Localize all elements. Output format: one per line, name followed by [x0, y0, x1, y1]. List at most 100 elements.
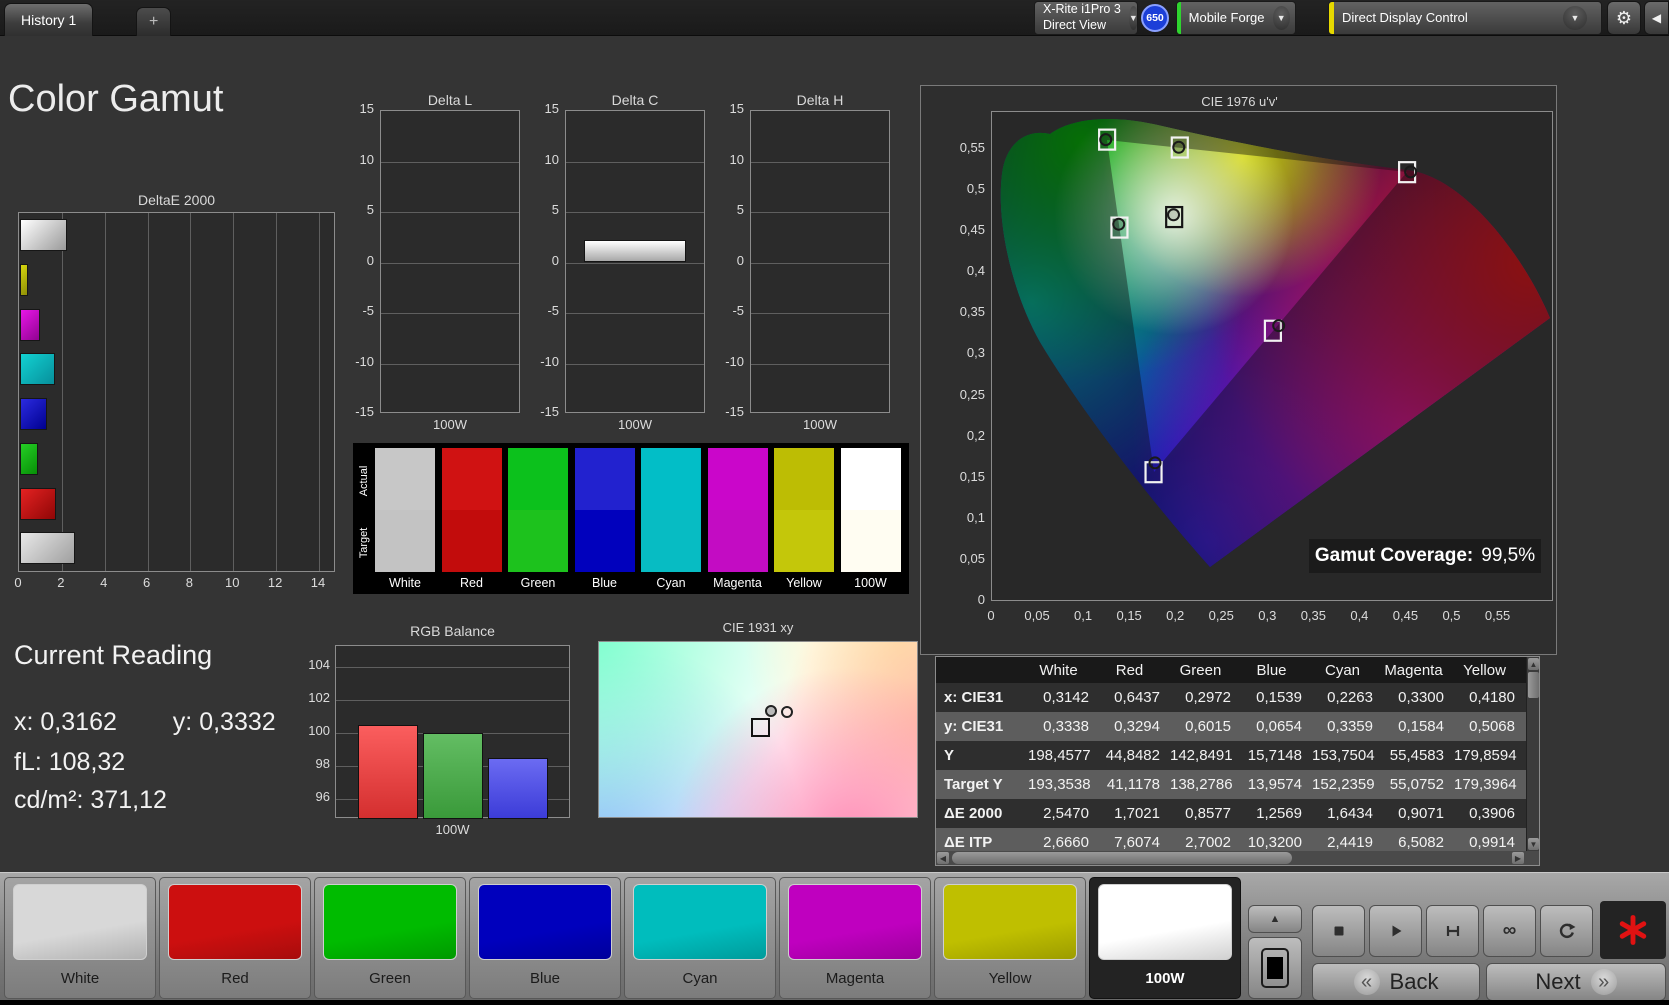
swatch-label: Green: [520, 576, 556, 590]
meter-count-badge[interactable]: 650: [1141, 4, 1169, 32]
cie1976-y-tick: 0,45: [959, 222, 985, 238]
y-tick-label: 15: [729, 101, 744, 116]
table-header-green: Green: [1179, 661, 1222, 679]
swatch-actual-yellow: [774, 448, 834, 510]
swatch-target-green: [508, 510, 568, 572]
rgb-balance-chart: [335, 645, 570, 819]
next-label: Next: [1535, 969, 1581, 994]
patch-button-white[interactable]: White: [4, 877, 156, 999]
next-chevron-icon: »: [1590, 969, 1617, 995]
x-tick-label: 0: [14, 575, 22, 590]
collapse-panel-button[interactable]: ◀: [1644, 1, 1669, 35]
swatch-target-cyan: [641, 510, 701, 572]
patch-button-cyan[interactable]: Cyan: [624, 877, 776, 999]
patch-size-up-button[interactable]: ▲: [1248, 905, 1302, 933]
table-row-y-cie31: y: CIE31 0,3338 0,3294 0,6015 0,0654 0,3359 0,…: [936, 712, 1539, 741]
new-tab-button[interactable]: +: [136, 7, 172, 36]
results-table: White Red Green Blue Cyan Magenta Yellow x: CIE…: [935, 656, 1540, 866]
vertical-scroll-thumb[interactable]: [1528, 672, 1539, 698]
cie1976-x-tick: 0,45: [1392, 608, 1419, 623]
table-header-white: White: [1039, 661, 1078, 679]
delta-x-label: 100W: [618, 417, 652, 432]
plus-icon: +: [149, 13, 159, 30]
patch-swatch: [1098, 884, 1232, 960]
cie1931-actual-marker-2: [781, 706, 793, 718]
rgb-y-tick: 102: [308, 690, 330, 706]
delta-chart-delta-h: [750, 110, 890, 413]
table-cell: 55,4583: [1389, 747, 1444, 764]
y-tick-label: -10: [540, 353, 559, 369]
row-label: Y: [944, 747, 955, 764]
table-cell: 1,2569: [1256, 805, 1302, 822]
tab-history-1[interactable]: History 1: [4, 3, 94, 36]
horizontal-scrollbar[interactable]: ◀ ▶: [936, 851, 1539, 865]
source-dropdown[interactable]: Mobile Forge ▼: [1176, 1, 1296, 35]
patch-button-100w[interactable]: 100W: [1089, 877, 1241, 999]
play-button[interactable]: [1369, 905, 1422, 957]
back-chevron-icon: «: [1353, 969, 1380, 995]
table-header-magenta: Magenta: [1384, 661, 1443, 679]
patch-label: Red: [221, 970, 249, 987]
infinity-button[interactable]: ∞: [1483, 905, 1536, 957]
table-cell: 44,8482: [1105, 747, 1160, 764]
patch-button-green[interactable]: Green: [314, 877, 466, 999]
table-cell: 0,6437: [1114, 689, 1160, 706]
table-cell: 0,9071: [1398, 805, 1444, 822]
swatch-actual-cyan: [641, 448, 701, 510]
gridline: [751, 161, 889, 163]
x-tick-label: 10: [225, 575, 240, 590]
loop-button[interactable]: [1540, 905, 1593, 957]
patch-button-yellow[interactable]: Yellow: [934, 877, 1086, 999]
chevron-down-icon: ▼: [1128, 6, 1137, 30]
bottom-bar: White Red Green Blue Cyan Magenta Yellow 100W ▲ ∞…: [0, 872, 1669, 1001]
scroll-up-button[interactable]: ▲: [1528, 658, 1539, 670]
deltae-bar-green: [20, 442, 39, 475]
cie1976-y-tick: 0,1: [966, 509, 985, 525]
meter-dropdown-label: X-Rite i1Pro 3 Direct View: [1043, 2, 1121, 32]
actual-marker-white: [1167, 208, 1181, 222]
gridline: [751, 212, 889, 213]
deltae-bar-100w: [20, 219, 68, 251]
delta-x-label: 100W: [803, 417, 837, 432]
delta-chart-title: Delta C: [611, 92, 659, 108]
meter-dropdown[interactable]: X-Rite i1Pro 3 Direct View ▼: [1034, 1, 1138, 35]
swatch-actual-magenta: [707, 448, 768, 510]
patch-button-red[interactable]: Red: [159, 877, 311, 999]
table-row-x-cie31: x: CIE31 0,3142 0,6437 0,2972 0,1539 0,2263 0,…: [936, 683, 1539, 712]
measure-indicator-tile[interactable]: [1600, 901, 1666, 959]
swatch-actual-100w: [840, 448, 901, 510]
current-reading-cd: cd/m²: 371,12: [14, 786, 167, 814]
swatch-target-magenta: [707, 510, 768, 572]
x-tick-label: 2: [57, 575, 65, 590]
scroll-left-button[interactable]: ◀: [937, 852, 949, 864]
vertical-scrollbar[interactable]: ▲ ▼: [1526, 657, 1539, 851]
horizontal-scroll-thumb[interactable]: [952, 852, 1292, 864]
y-tick-label: 15: [359, 101, 374, 116]
cie1976-x-tick: 0,25: [1208, 608, 1234, 623]
table-row--e-2000: ΔE 2000 2,5470 1,7021 0,8577 1,2569 1,6434 0,9…: [936, 799, 1539, 828]
patch-button-blue[interactable]: Blue: [469, 877, 621, 999]
single-button[interactable]: [1426, 905, 1479, 957]
reading-cd-value: 371,12: [90, 786, 167, 814]
row-label: x: CIE31: [944, 689, 1004, 706]
swatch-actual-green: [508, 448, 568, 510]
display-control-dropdown[interactable]: Direct Display Control ▼: [1328, 1, 1602, 35]
actual-marker-yellow: [1172, 140, 1186, 154]
patch-label: White: [60, 970, 100, 987]
back-button[interactable]: « Back: [1312, 963, 1480, 1001]
settings-button[interactable]: ⚙: [1607, 1, 1641, 35]
stop-button[interactable]: [1312, 905, 1365, 957]
table-cell: 153,7504: [1312, 747, 1375, 764]
table-cell: 2,7002: [1185, 834, 1231, 851]
display-control-dropdown-label: Direct Display Control: [1342, 9, 1468, 25]
patch-button-magenta[interactable]: Magenta: [779, 877, 931, 999]
scroll-down-button[interactable]: ▼: [1528, 838, 1539, 850]
scroll-right-button[interactable]: ▶: [1512, 852, 1524, 864]
gridline: [566, 262, 704, 264]
patch-window-button[interactable]: [1248, 937, 1302, 999]
cie1976-panel: CIE 1976 u'v' 0 0,05 0,1 0,15 0,2 0,25 0…: [920, 85, 1557, 655]
actual-row-label: Actual: [358, 465, 370, 497]
table-cell: 198,4577: [1028, 747, 1091, 764]
next-button[interactable]: Next »: [1486, 963, 1666, 1001]
gridline: [751, 313, 889, 314]
